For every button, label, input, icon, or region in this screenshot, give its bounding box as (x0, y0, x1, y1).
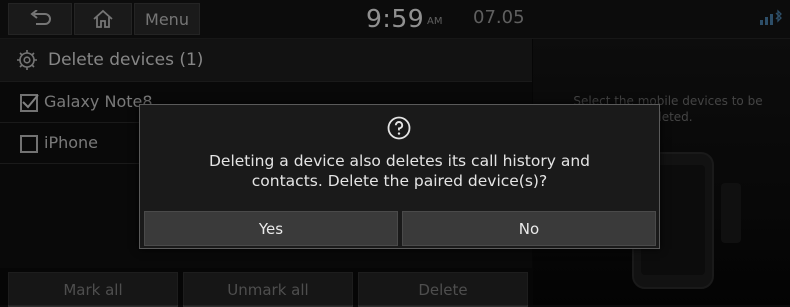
confirm-dialog: Deleting a device also deletes its call … (139, 104, 660, 249)
question-icon (387, 116, 411, 140)
dialog-message-line2: contacts. Delete the paired device(s)? (251, 172, 548, 190)
dialog-message: Deleting a device also deletes its call … (160, 151, 639, 191)
dialog-message-line1: Deleting a device also deletes its call … (208, 152, 591, 170)
yes-button[interactable]: Yes (144, 211, 398, 246)
no-button[interactable]: No (402, 211, 656, 246)
